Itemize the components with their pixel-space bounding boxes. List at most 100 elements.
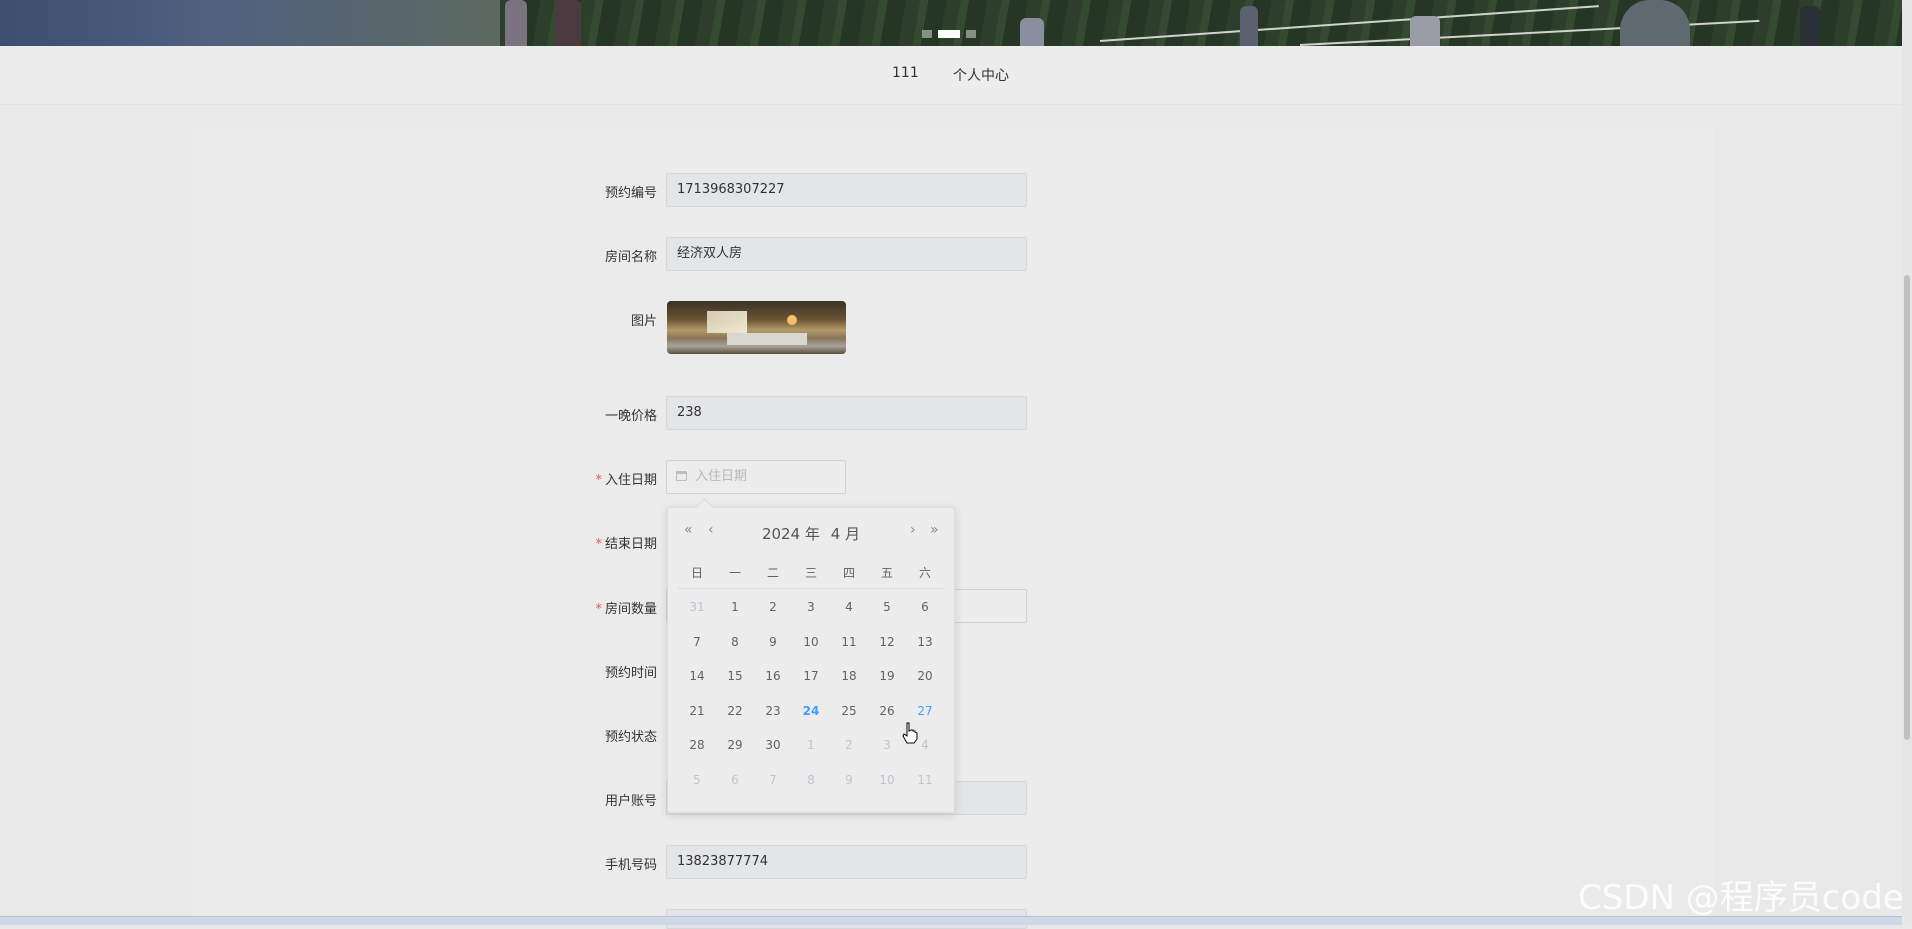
calendar-day[interactable]: 1 (792, 738, 830, 752)
room-name-field[interactable]: 经济双人房 (666, 237, 1027, 271)
calendar-day[interactable]: 24 (792, 704, 830, 718)
label-checkout: * 结束日期 (517, 533, 657, 552)
weekday-separator (678, 588, 944, 589)
scrollbar-thumb[interactable] (1904, 275, 1910, 740)
booking-no-field[interactable]: 1713968307227 (666, 173, 1027, 207)
calendar-header: « ‹ 2024 年 4 月 › » (668, 522, 954, 543)
label-checkout-text: 结束日期 (604, 537, 657, 552)
required-mark: * (595, 473, 602, 488)
label-checkin-text: 入住日期 (604, 473, 657, 488)
calendar-day[interactable]: 5 (868, 600, 906, 614)
nav-item-111[interactable]: 111 (892, 65, 919, 81)
calendar-day[interactable]: 5 (678, 773, 716, 787)
label-price: 一晚价格 (604, 409, 657, 424)
weekday-header: 一 (728, 566, 741, 580)
hero-banner (0, 0, 1902, 46)
checkin-placeholder: 入住日期 (695, 469, 748, 484)
carousel-dot-active[interactable] (938, 30, 960, 38)
price-field[interactable]: 238 (666, 396, 1027, 430)
label-image: 图片 (630, 314, 657, 329)
checkin-date-input[interactable]: 入住日期 (666, 460, 846, 494)
label-booking-time: 预约时间 (604, 666, 657, 681)
calendar-icon (676, 471, 687, 481)
calendar-day[interactable]: 6 (906, 600, 944, 614)
weekday-header: 二 (766, 566, 779, 580)
label-status: 预约状态 (604, 730, 657, 745)
banner-person (555, 0, 581, 46)
calendar-day[interactable]: 25 (830, 704, 868, 718)
banner-person (1800, 6, 1820, 46)
calendar-year[interactable]: 2024 年 (762, 525, 820, 543)
label-phone: 手机号码 (604, 858, 657, 873)
calendar-day[interactable]: 10 (868, 773, 906, 787)
calendar-day[interactable]: 13 (906, 635, 944, 649)
label-room-count: * 房间数量 (517, 598, 657, 617)
calendar-day[interactable]: 7 (754, 773, 792, 787)
calendar-day[interactable]: 29 (716, 738, 754, 752)
calendar-day[interactable]: 11 (830, 635, 868, 649)
room-image-lamp (787, 315, 797, 325)
banner-person (505, 0, 527, 46)
next-year-button[interactable]: » (930, 522, 939, 538)
calendar-day[interactable]: 6 (716, 773, 754, 787)
calendar-day[interactable]: 15 (716, 669, 754, 683)
calendar-day[interactable]: 16 (754, 669, 792, 683)
weekday-header: 五 (880, 566, 893, 580)
calendar-day[interactable]: 2 (754, 600, 792, 614)
label-room-name: 房间名称 (604, 250, 657, 265)
calendar-day[interactable]: 3 (868, 738, 906, 752)
watermark: CSDN @程序员code (1578, 878, 1904, 918)
calendar-day[interactable]: 9 (830, 773, 868, 787)
weekday-header: 日 (690, 566, 703, 580)
label-checkin: * 入住日期 (517, 469, 657, 488)
nav-item-personal-center[interactable]: 个人中心 (953, 65, 1009, 85)
date-picker-popover: « ‹ 2024 年 4 月 › » 日一二三四五六 31 1 2 3 4 5 6 7 8 9 10 1… (667, 498, 955, 813)
calendar-day[interactable]: 3 (792, 600, 830, 614)
calendar-day[interactable]: 18 (830, 669, 868, 683)
carousel-dot[interactable] (966, 30, 976, 38)
phone-field[interactable]: 13823877774 (666, 845, 1027, 879)
carousel-dot[interactable] (922, 30, 932, 38)
calendar-day[interactable]: 8 (716, 635, 754, 649)
calendar-day[interactable]: 19 (868, 669, 906, 683)
weekday-header: 三 (804, 566, 817, 580)
calendar-day[interactable]: 10 (792, 635, 830, 649)
room-image-bed (727, 333, 807, 345)
label-room-count-text: 房间数量 (604, 602, 657, 617)
calendar-day[interactable]: 14 (678, 669, 716, 683)
weekday-header: 四 (842, 566, 855, 580)
calendar-day[interactable]: 27 (906, 704, 944, 718)
calendar-day[interactable]: 9 (754, 635, 792, 649)
calendar-day[interactable]: 8 (792, 773, 830, 787)
banner-person (1620, 0, 1690, 46)
calendar-day[interactable]: 26 (868, 704, 906, 718)
required-mark: * (595, 602, 602, 617)
calendar-day[interactable]: 30 (754, 738, 792, 752)
calendar-day[interactable]: 4 (830, 600, 868, 614)
label-booking-no: 预约编号 (604, 186, 657, 201)
calendar-day[interactable]: 20 (906, 669, 944, 683)
room-image (667, 301, 846, 354)
carousel-indicators (922, 30, 976, 38)
calendar-day[interactable]: 11 (906, 773, 944, 787)
banner-person (1240, 6, 1258, 46)
calendar-day[interactable]: 23 (754, 704, 792, 718)
calendar-day[interactable]: 7 (678, 635, 716, 649)
top-nav: 111 个人中心 (0, 46, 1902, 105)
calendar-day[interactable]: 17 (792, 669, 830, 683)
calendar-day[interactable]: 12 (868, 635, 906, 649)
calendar-day[interactable]: 2 (830, 738, 868, 752)
calendar-day[interactable]: 22 (716, 704, 754, 718)
calendar-day[interactable]: 28 (678, 738, 716, 752)
calendar-day[interactable]: 31 (678, 600, 716, 614)
calendar-month[interactable]: 4 月 (831, 525, 860, 543)
calendar-day[interactable]: 1 (716, 600, 754, 614)
next-month-button[interactable]: › (910, 522, 916, 538)
banner-person (1020, 18, 1044, 46)
calendar-day[interactable]: 21 (678, 704, 716, 718)
required-mark: * (595, 537, 602, 552)
banner-person (1410, 16, 1440, 46)
label-account: 用户账号 (604, 794, 657, 809)
room-image-window (707, 311, 747, 333)
banner-sky (0, 0, 520, 46)
